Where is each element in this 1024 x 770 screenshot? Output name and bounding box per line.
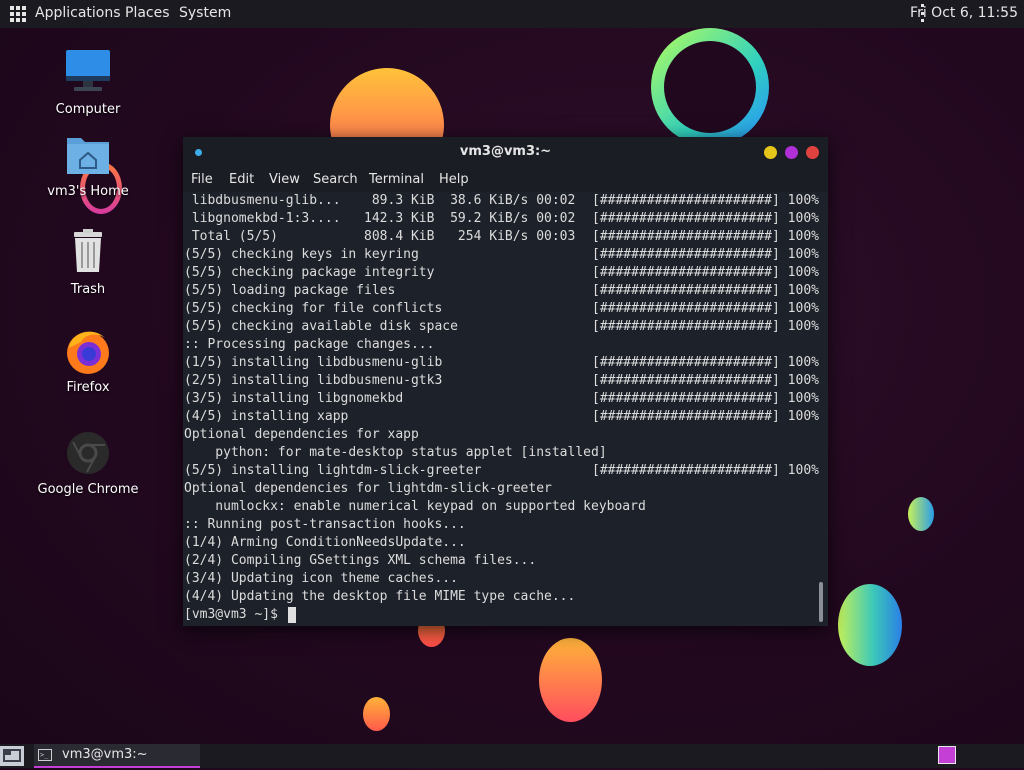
terminal-line: (4/4) Updating the desktop file MIME typ… [184, 589, 576, 604]
menu-edit[interactable]: Edit [229, 172, 254, 187]
progress-bar-text: [######################] 100% [592, 391, 819, 406]
desktop-icon-label: Google Chrome [37, 482, 139, 497]
terminal-line: (1/5) installing libdbusmenu-glib [184, 355, 443, 370]
menu-file[interactable]: File [191, 172, 213, 187]
terminal-output[interactable]: libdbusmenu-glib... 89.3 KiB 38.6 KiB/s … [183, 192, 828, 626]
desktop-icon-firefox[interactable]: Firefox [33, 326, 143, 395]
desktop-icon-label: Trash [70, 282, 106, 297]
system-menu[interactable]: System [179, 5, 231, 21]
home-folder-icon [63, 130, 113, 180]
taskbar-item-label: vm3@vm3:~ [62, 747, 148, 762]
terminal-line: (4/5) installing xapp [184, 409, 349, 424]
menu-terminal[interactable]: Terminal [369, 172, 424, 187]
terminal-line: python: for mate-desktop status applet [… [184, 445, 607, 460]
apps-grid-icon[interactable] [8, 4, 28, 24]
progress-bar-text: [######################] 100% [592, 301, 819, 316]
terminal-window[interactable]: vm3@vm3:~ File Edit View Search Terminal… [183, 137, 828, 626]
desktop-icon-trash[interactable]: Trash [33, 228, 143, 297]
chrome-icon [63, 428, 113, 478]
background-blob [838, 584, 902, 666]
progress-bar-text: [######################] 100% [592, 319, 819, 334]
clock[interactable]: Fri Oct 6, 11:55 [910, 5, 1018, 21]
desktop-icon-label: Computer [55, 102, 121, 117]
terminal-icon: >_ [38, 749, 52, 761]
firefox-icon [63, 326, 113, 376]
terminal-line: libdbusmenu-glib... 89.3 KiB 38.6 KiB/s … [184, 193, 576, 208]
progress-bar-text: [######################] 100% [592, 193, 819, 208]
progress-bar-text: [######################] 100% [592, 409, 819, 424]
terminal-line: Total (5/5) 808.4 KiB 254 KiB/s 00:03 [184, 229, 576, 244]
desktop-icon-home[interactable]: vm3's Home [33, 130, 143, 199]
desktop-icon-label: Firefox [66, 380, 110, 395]
show-desktop-icon[interactable] [0, 746, 24, 766]
progress-bar-text: [######################] 100% [592, 373, 819, 388]
window-title: vm3@vm3:~ [459, 144, 552, 159]
progress-bar-text: [######################] 100% [592, 283, 819, 298]
terminal-line: :: Processing package changes... [184, 337, 435, 352]
progress-bar-text: [######################] 100% [592, 463, 819, 478]
terminal-line: (3/5) installing libgnomekbd [184, 391, 404, 406]
menu-help[interactable]: Help [439, 172, 469, 187]
background-blob [363, 697, 390, 731]
taskbar-item-terminal[interactable]: >_ vm3@vm3:~ [34, 744, 200, 768]
close-button[interactable] [806, 146, 819, 159]
background-blob [908, 497, 934, 531]
progress-bar-text: [######################] 100% [592, 229, 819, 244]
terminal-line: (2/5) installing libdbusmenu-gtk3 [184, 373, 443, 388]
menu-view[interactable]: View [269, 172, 300, 187]
terminal-titlebar[interactable]: vm3@vm3:~ [183, 137, 828, 168]
terminal-line: (5/5) checking package integrity [184, 265, 435, 280]
background-ring [651, 28, 769, 146]
progress-bar-text: [######################] 100% [592, 265, 819, 280]
bottom-panel: >_ vm3@vm3:~ [0, 744, 1024, 768]
applications-menu[interactable]: Applications [35, 5, 121, 21]
minimize-button[interactable] [764, 146, 777, 159]
maximize-button[interactable] [785, 146, 798, 159]
terminal-line: libgnomekbd-1:3.... 142.3 KiB 59.2 KiB/s… [184, 211, 576, 226]
progress-bar-text: [######################] 100% [592, 247, 819, 262]
terminal-line: (5/5) installing lightdm-slick-greeter [184, 463, 482, 478]
terminal-line: (5/5) loading package files [184, 283, 396, 298]
terminal-line: Optional dependencies for lightdm-slick-… [184, 481, 552, 496]
workspace-switcher-icon[interactable] [938, 746, 956, 764]
trash-icon [63, 228, 113, 278]
menu-search[interactable]: Search [313, 172, 358, 187]
terminal-prompt: [vm3@vm3 ~]$ [184, 607, 286, 622]
progress-bar-text: [######################] 100% [592, 211, 819, 226]
terminal-line: (2/4) Compiling GSettings XML schema fil… [184, 553, 537, 568]
terminal-line: (5/5) checking keys in keyring [184, 247, 419, 262]
computer-icon [63, 48, 113, 98]
terminal-line: (3/4) Updating icon theme caches... [184, 571, 458, 586]
places-menu[interactable]: Places [125, 5, 170, 21]
terminal-menubar: File Edit View Search Terminal Help [183, 168, 828, 192]
desktop-icon-chrome[interactable]: Google Chrome [33, 428, 143, 497]
progress-bar-text: [######################] 100% [592, 355, 819, 370]
background-blob [539, 638, 602, 722]
terminal-line: (5/5) checking for file conflicts [184, 301, 443, 316]
top-panel: Applications Places System Fri Oct 6, 11… [0, 0, 1024, 28]
terminal-line: numlockx: enable numerical keypad on sup… [184, 499, 646, 514]
terminal-line: :: Running post-transaction hooks... [184, 517, 466, 532]
desktop-icon-computer[interactable]: Computer [33, 48, 143, 117]
desktop-icon-label: vm3's Home [47, 184, 129, 199]
terminal-line: (1/4) Arming ConditionNeedsUpdate... [184, 535, 466, 550]
terminal-line: Optional dependencies for xapp [184, 427, 419, 442]
scrollbar[interactable] [819, 582, 823, 622]
text-cursor [288, 607, 296, 623]
terminal-line: (5/5) checking available disk space [184, 319, 458, 334]
